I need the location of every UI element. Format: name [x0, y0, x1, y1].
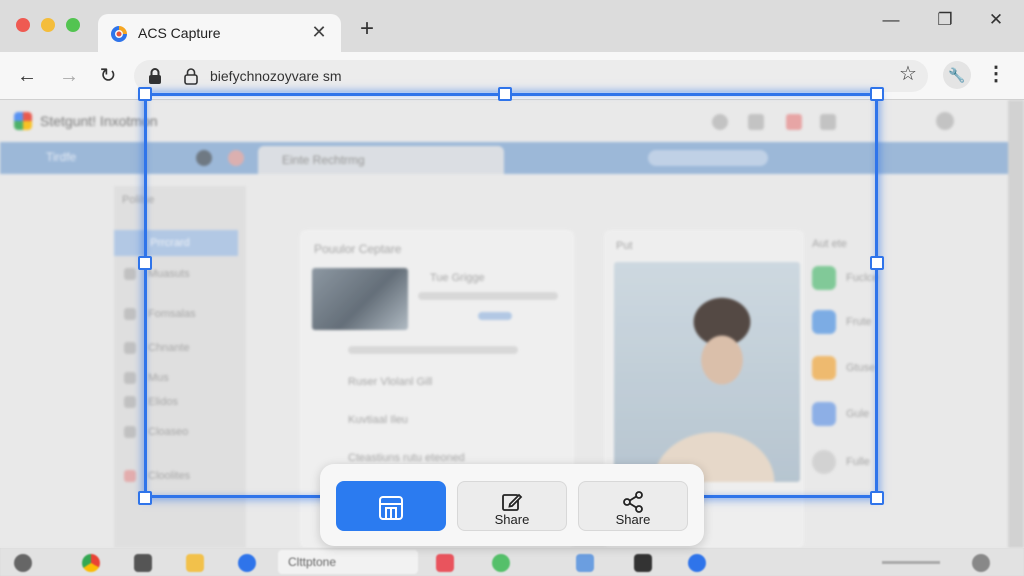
- reload-icon[interactable]: ↻: [94, 62, 122, 90]
- volume-slider[interactable]: [882, 561, 940, 564]
- chrome-icon[interactable]: [82, 554, 100, 572]
- back-arrow-icon[interactable]: ←: [13, 62, 41, 90]
- edit-icon: [502, 493, 523, 511]
- calendar-icon[interactable]: [436, 554, 454, 572]
- url-text: biefychnozoyvare sm: [210, 68, 342, 84]
- share-button[interactable]: Share: [578, 481, 688, 531]
- forward-arrow-icon[interactable]: →: [55, 62, 83, 90]
- address-bar[interactable]: biefychnozoyvare sm: [134, 60, 928, 92]
- window-zoom-dot[interactable]: [66, 18, 80, 32]
- share-icon: [623, 491, 643, 513]
- sidebar-item-icon: [124, 396, 136, 408]
- settings-icon[interactable]: [972, 554, 990, 572]
- sidebar-item-icon: [124, 426, 136, 438]
- laptop-icon[interactable]: [576, 554, 594, 572]
- sidebar-item-icon: [124, 342, 136, 354]
- tab-title: ACS Capture: [138, 25, 221, 41]
- page-title: Stetgunt! Inxotmon: [40, 113, 158, 129]
- resize-handle-right[interactable]: [870, 256, 884, 270]
- browser-tab-bar: ACS Capture ✕ + — ❐ ✕: [0, 0, 1024, 52]
- start-icon[interactable]: [14, 554, 32, 572]
- sidebar-item-icon: [124, 308, 136, 320]
- acs-capture-logo-icon: [111, 26, 127, 42]
- maximize-button[interactable]: ❐: [931, 8, 959, 32]
- share-label: Share: [615, 512, 651, 527]
- resize-handle-bottom-right[interactable]: [870, 491, 884, 505]
- taskbar: Clttptone: [0, 548, 1024, 576]
- files-icon[interactable]: [186, 554, 204, 572]
- app-logo: [14, 112, 32, 130]
- tab-close-icon[interactable]: ✕: [309, 22, 329, 42]
- terminal-icon[interactable]: [634, 554, 652, 572]
- sidebar-item-icon: [124, 372, 136, 384]
- lock-icon: [149, 68, 161, 84]
- scrollbar: [1008, 100, 1024, 548]
- resize-handle-top[interactable]: [498, 87, 512, 101]
- site-info-lock-icon[interactable]: [182, 67, 200, 85]
- close-window-button[interactable]: ✕: [982, 8, 1010, 32]
- new-tab-button[interactable]: +: [356, 17, 378, 41]
- edit-share-label: Share: [494, 512, 530, 527]
- capture-action-bar: Share Share: [320, 464, 704, 546]
- window-close-dot[interactable]: [16, 18, 30, 32]
- sidebar-item-icon: [124, 470, 136, 482]
- minimize-button[interactable]: —: [877, 8, 905, 32]
- app-toolbar-label: Tirdfe: [46, 150, 77, 164]
- more-menu-icon[interactable]: ⋮: [986, 62, 1006, 88]
- taskbar-window-label[interactable]: Clttptone: [278, 550, 418, 574]
- browser-tab-active[interactable]: ACS Capture ✕: [98, 14, 341, 52]
- resize-handle-top-right[interactable]: [870, 87, 884, 101]
- chat-icon[interactable]: [492, 554, 510, 572]
- resize-handle-top-left[interactable]: [138, 87, 152, 101]
- capture-frame-icon: [379, 496, 403, 520]
- capture-button[interactable]: [336, 481, 446, 531]
- add-icon[interactable]: [238, 554, 256, 572]
- extension-icon[interactable]: 🔧: [943, 61, 971, 89]
- avatar: [936, 112, 954, 130]
- apps-grid-icon[interactable]: [134, 554, 152, 572]
- sidebar-item-icon: [124, 268, 136, 280]
- capture-selection-rectangle[interactable]: [144, 93, 878, 498]
- add-icon[interactable]: [688, 554, 706, 572]
- bookmark-star-icon[interactable]: ☆: [896, 62, 920, 86]
- resize-handle-left[interactable]: [138, 256, 152, 270]
- edit-share-button[interactable]: Share: [457, 481, 567, 531]
- window-minimize-dot[interactable]: [41, 18, 55, 32]
- resize-handle-bottom-left[interactable]: [138, 491, 152, 505]
